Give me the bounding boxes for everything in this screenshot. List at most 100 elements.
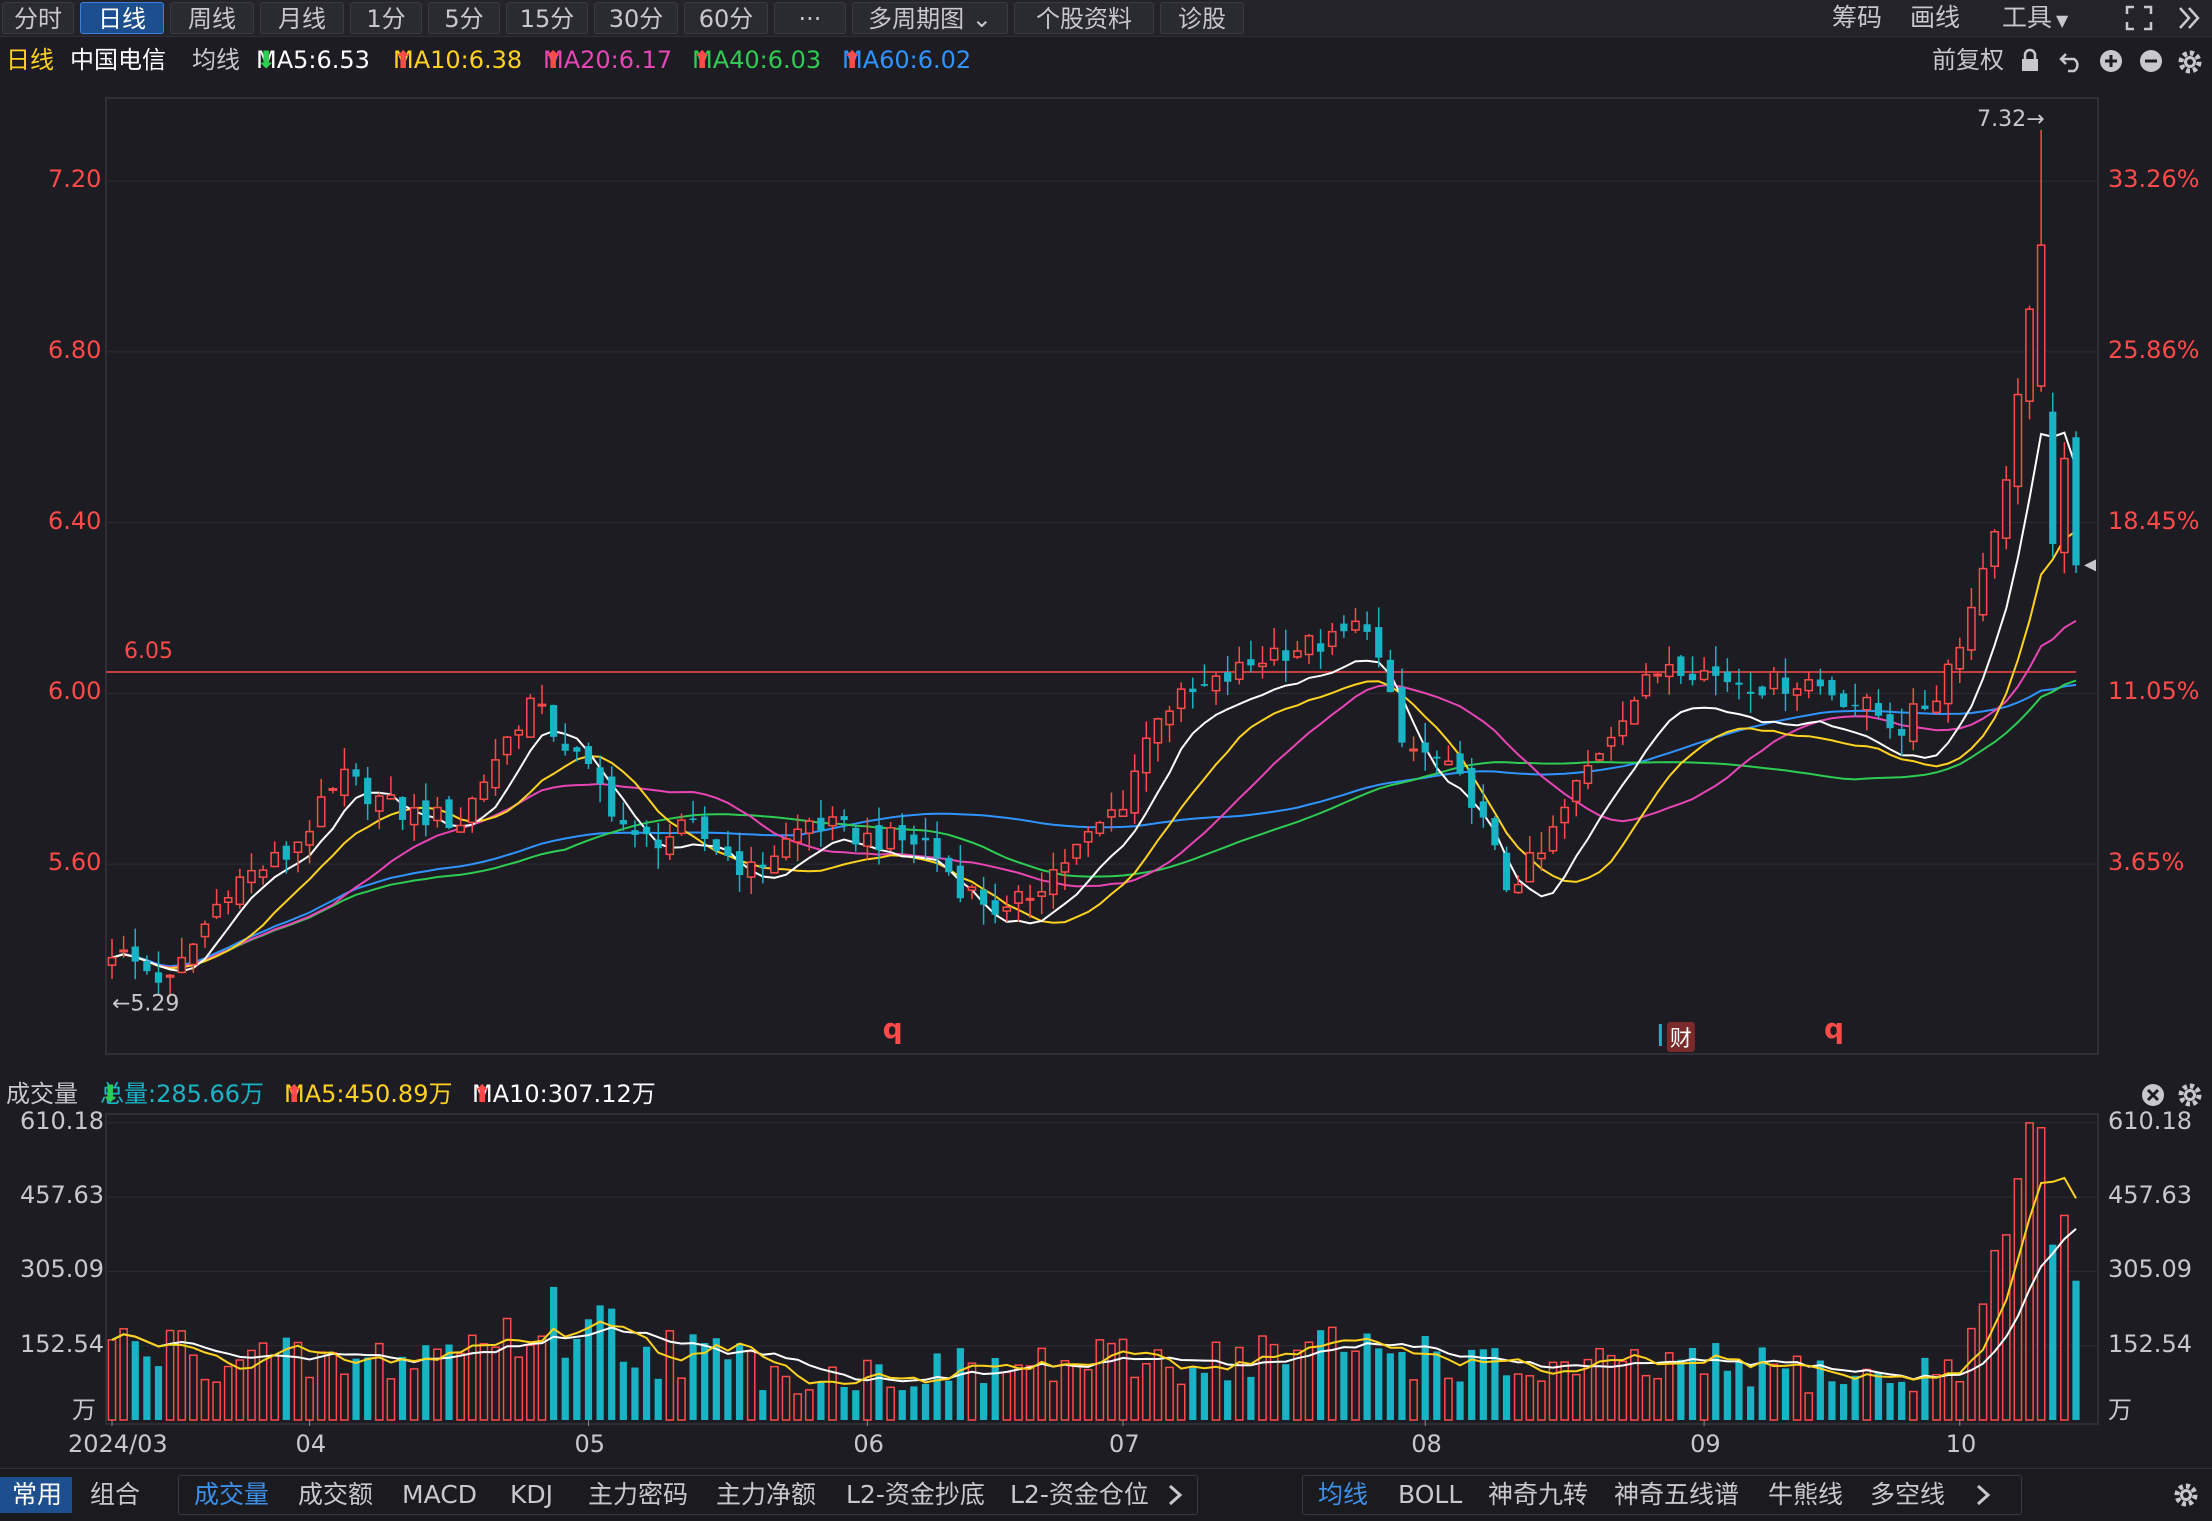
candle (1048, 869, 1058, 896)
tab-combo[interactable]: 组合 (90, 1477, 140, 1513)
volume-bar (514, 1356, 524, 1421)
candle (735, 851, 744, 876)
overlay-tab-3[interactable]: 神奇五线谱 (1614, 1477, 1739, 1513)
gear-icon[interactable] (2172, 1481, 2200, 1509)
event-marker[interactable]: q (883, 1012, 903, 1045)
volume-bar (107, 1339, 117, 1421)
candle (2013, 393, 2023, 488)
candle (1653, 673, 1662, 677)
candle (1804, 679, 1814, 692)
candle (1340, 623, 1348, 632)
finance-marker[interactable]: 财 (1670, 1027, 1692, 1052)
volume-bar (2036, 1126, 2046, 1421)
candle (1874, 703, 1883, 716)
x-tick-label: 2024/03 (68, 1430, 168, 1458)
candle (1282, 650, 1290, 661)
volume-bar (1014, 1364, 1023, 1421)
candle (235, 876, 245, 906)
volume-bar (1735, 1361, 1743, 1420)
volume-bar (1723, 1370, 1731, 1420)
candle (863, 832, 872, 847)
chevron-right-icon[interactable] (1164, 1483, 1186, 1507)
candle (422, 800, 430, 826)
candle (1421, 742, 1429, 753)
volume-bar (270, 1354, 280, 1421)
volume-bar (316, 1351, 326, 1421)
volume-bar (724, 1359, 732, 1420)
volume-bar (1921, 1357, 1929, 1420)
volume-bar (1340, 1351, 1348, 1420)
volume-bar (1571, 1373, 1581, 1421)
volume-bar (642, 1346, 651, 1420)
candle (1200, 684, 1209, 686)
volume-bar (1595, 1347, 1604, 1421)
overlay-tab-0[interactable]: 均线 (1318, 1477, 1368, 1513)
candle (386, 794, 396, 800)
volume-bar (2025, 1122, 2034, 1421)
volume-bar (793, 1393, 803, 1421)
volume-bar (1606, 1354, 1616, 1421)
candle (1456, 753, 1464, 774)
candle (1898, 728, 1906, 736)
candle (793, 828, 803, 843)
candle (1095, 821, 1105, 835)
indicator-tab-7[interactable]: L2-资金仓位 (1010, 1477, 1149, 1513)
volume-bar (258, 1342, 268, 1421)
overlay-tab-4[interactable]: 牛熊线 (1768, 1477, 1843, 1513)
candle (1955, 646, 1965, 670)
volume-bar (1955, 1380, 1965, 1421)
tab-common[interactable]: 常用 (12, 1477, 62, 1513)
volume-bar (2049, 1244, 2057, 1420)
volume-bar (1293, 1349, 1302, 1421)
indicator-tab-2[interactable]: MACD (402, 1477, 477, 1513)
volume-bar (1943, 1359, 1953, 1421)
indicator-tab-0[interactable]: 成交量 (194, 1477, 269, 1513)
candle (2001, 479, 2011, 539)
candle (1688, 673, 1697, 681)
candle (143, 960, 151, 972)
indicator-tab-3[interactable]: KDJ (510, 1477, 553, 1513)
x-tick-label: 05 (574, 1430, 605, 1458)
kline-chart[interactable]: 2024/03 04 05 06 07 08 09 10 6.05 7.32→ ←5.29 q 财 q (0, 0, 2212, 1468)
volume-bar (1211, 1341, 1221, 1421)
candle (1571, 779, 1581, 803)
candle (352, 769, 360, 777)
candle (561, 743, 569, 751)
candle (642, 826, 651, 835)
indicator-tab-1[interactable]: 成交额 (298, 1477, 373, 1513)
volume-bar (1189, 1367, 1197, 1420)
candle (154, 972, 163, 983)
candle (1606, 736, 1616, 747)
overlay-tab-5[interactable]: 多空线 (1870, 1477, 1945, 1513)
volume-bar (665, 1330, 675, 1421)
indicator-tab-4[interactable]: 主力密码 (588, 1477, 688, 1513)
finance-marker-bar (1658, 1024, 1662, 1046)
overlay-tab-1[interactable]: BOLL (1398, 1477, 1462, 1513)
volume-bar (886, 1386, 895, 1421)
candle (1886, 714, 1894, 729)
candle (1351, 620, 1360, 631)
candle (212, 903, 221, 918)
volume-bar (2060, 1214, 2069, 1421)
candle (398, 797, 407, 820)
indicator-tab-5[interactable]: 主力净额 (716, 1477, 816, 1513)
candle (1735, 682, 1743, 685)
volume-bar (746, 1350, 756, 1421)
volume-bar (1747, 1386, 1755, 1420)
volume-bar (759, 1390, 767, 1420)
volume-bar (1375, 1348, 1383, 1420)
event-marker[interactable]: q (1824, 1012, 1844, 1045)
indicator-tab-6[interactable]: L2-资金抄底 (846, 1477, 985, 1513)
volume-bar (409, 1368, 419, 1421)
volume-bar (456, 1352, 465, 1421)
candle (631, 830, 639, 835)
volume-bar (921, 1383, 930, 1420)
chevron-right-icon[interactable] (1972, 1483, 1994, 1507)
candle (1712, 666, 1720, 676)
candle (1083, 831, 1093, 843)
candle (956, 865, 964, 899)
overlay-tab-2[interactable]: 神奇九转 (1488, 1477, 1588, 1513)
candle (1107, 809, 1116, 818)
volume-bar (1433, 1351, 1441, 1420)
candle (1317, 643, 1325, 652)
